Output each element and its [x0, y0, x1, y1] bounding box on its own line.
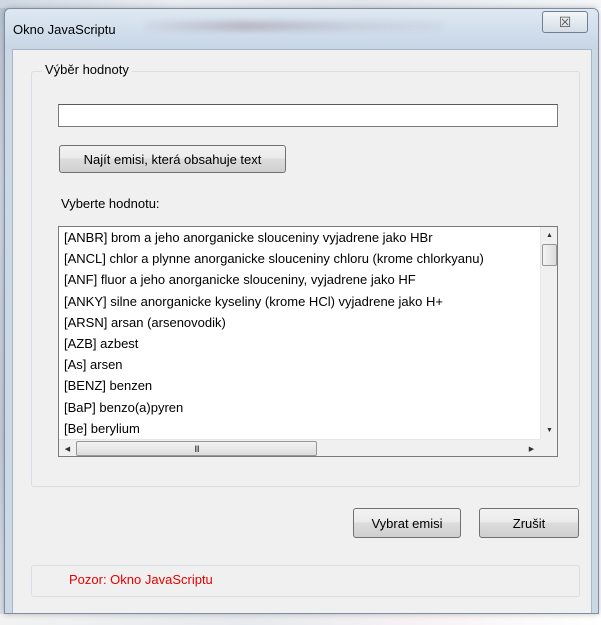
list-item[interactable]: [As] arsen	[59, 354, 540, 375]
scroll-corner	[540, 439, 557, 456]
background-bottom	[0, 614, 601, 625]
list-item[interactable]: [ANKY] silne anorganicke kyseliny (krome…	[59, 291, 540, 312]
list-items: [ANBR] brom a jeho anorganicke sloucenin…	[59, 227, 540, 439]
list-item[interactable]: [BaP] benzo(a)pyren	[59, 397, 540, 418]
window-title: Okno JavaScriptu	[13, 22, 116, 37]
select-emission-button[interactable]: Vybrat emisi	[353, 508, 461, 538]
list-item[interactable]: [ANBR] brom a jeho anorganicke sloucenin…	[59, 227, 540, 248]
list-label: Vyberte hodnotu:	[61, 196, 160, 211]
horizontal-scroll-thumb[interactable]: III	[76, 441, 317, 456]
list-item[interactable]: [AZB] azbest	[59, 333, 540, 354]
grip-icon: III	[194, 443, 199, 454]
list-item[interactable]: [BENZ] benzen	[59, 375, 540, 396]
list-item[interactable]: [ANCL] chlor a plynne anorganicke slouce…	[59, 248, 540, 269]
scroll-down-icon[interactable]: ▼	[541, 422, 557, 439]
emission-listbox[interactable]: [ANBR] brom a jeho anorganicke sloucenin…	[58, 226, 558, 457]
list-item[interactable]: [Be] berylium	[59, 418, 540, 439]
list-item[interactable]: [ARSN] arsan (arsenovodik)	[59, 312, 540, 333]
blurred-background-title	[145, 21, 445, 31]
find-emission-button[interactable]: Najít emisi, která obsahuje text	[59, 145, 286, 173]
scroll-up-icon[interactable]: ▲	[541, 227, 557, 244]
close-icon: ☒	[558, 13, 572, 30]
list-item[interactable]: [ANF] fluor a jeho anorganicke sloucenin…	[59, 269, 540, 290]
background-top	[0, 0, 601, 8]
scroll-left-icon[interactable]: ◀	[59, 440, 76, 456]
vertical-scrollbar[interactable]: ▲ ▼	[540, 227, 557, 439]
scroll-right-icon[interactable]: ▶	[523, 440, 540, 456]
cancel-button[interactable]: Zrušit	[479, 508, 579, 538]
close-button[interactable]: ☒	[542, 11, 588, 33]
group-title: Výběr hodnoty	[42, 62, 132, 77]
horizontal-scrollbar[interactable]: ◀ III ▶	[59, 439, 540, 456]
title-bar[interactable]: Okno JavaScriptu ☒	[5, 9, 598, 49]
vertical-scroll-thumb[interactable]	[542, 244, 557, 266]
search-input[interactable]	[58, 104, 558, 127]
status-message: Pozor: Okno JavaScriptu	[69, 572, 213, 587]
